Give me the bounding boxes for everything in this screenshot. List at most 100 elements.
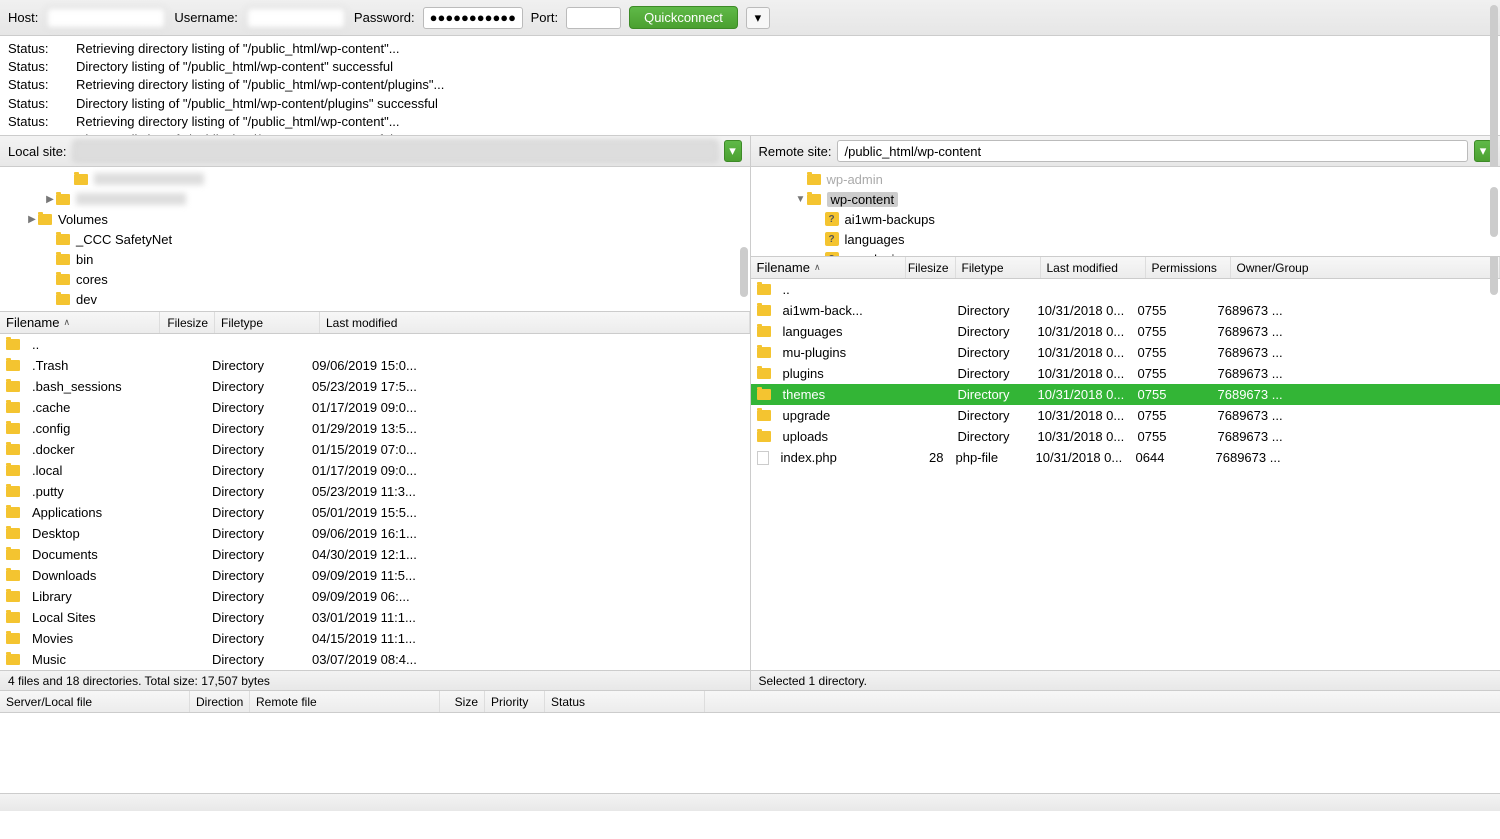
file-row[interactable]: .configDirectory01/29/2019 13:5... [0, 418, 750, 439]
tree-item-label: wp-content [827, 192, 899, 207]
tree-item[interactable]: ?ai1wm-backups [751, 209, 1500, 229]
tree-item[interactable]: ▶ Volumes [0, 209, 750, 229]
tree-item[interactable]: ?languages [751, 229, 1500, 249]
file-row[interactable]: DownloadsDirectory09/09/2019 11:5... [0, 565, 750, 586]
col-filename[interactable]: Filename∧ [0, 312, 160, 333]
tree-item[interactable]: dev [0, 289, 750, 309]
file-row[interactable]: pluginsDirectory10/31/2018 0...075576896… [751, 363, 1500, 384]
remote-site-input[interactable] [837, 140, 1468, 162]
col-filetype[interactable]: Filetype [956, 257, 1041, 278]
tree-item[interactable]: ▶ [0, 189, 750, 209]
tree-item[interactable]: ?mu-plugins [751, 249, 1500, 257]
cell-modified: 01/29/2019 13:5... [306, 421, 750, 436]
col-priority[interactable]: Priority [485, 691, 545, 712]
cell-filetype: Directory [206, 505, 306, 520]
file-row[interactable]: .bash_sessionsDirectory05/23/2019 17:5..… [0, 376, 750, 397]
transfer-queue[interactable] [0, 713, 1500, 793]
cell-filetype: Directory [206, 421, 306, 436]
file-row[interactable]: .dockerDirectory01/15/2019 07:0... [0, 439, 750, 460]
file-row[interactable]: .. [751, 279, 1500, 300]
tree-item-label: Volumes [58, 212, 108, 227]
col-direction[interactable]: Direction [190, 691, 250, 712]
col-filename[interactable]: Filename∧ [751, 257, 906, 278]
file-row[interactable]: upgradeDirectory10/31/2018 0...075576896… [751, 405, 1500, 426]
col-filesize[interactable]: Filesize [160, 312, 215, 333]
local-file-list[interactable]: ...TrashDirectory09/06/2019 15:0....bash… [0, 334, 750, 670]
cell-filename: .. [777, 282, 907, 297]
folder-icon [56, 254, 70, 265]
expand-arrow-icon[interactable]: ▶ [44, 194, 56, 205]
file-row[interactable]: .cacheDirectory01/17/2019 09:0... [0, 397, 750, 418]
file-row[interactable]: themesDirectory10/31/2018 0...0755768967… [751, 384, 1500, 405]
local-site-dropdown-button[interactable]: ▾ [724, 140, 742, 162]
cell-filetype: Directory [952, 408, 1032, 423]
cell-filename: ai1wm-back... [777, 303, 907, 318]
file-row[interactable]: ApplicationsDirectory05/01/2019 15:5... [0, 502, 750, 523]
col-status[interactable]: Status [545, 691, 705, 712]
remote-column-header: Filename∧ Filesize Filetype Last modifie… [751, 257, 1500, 279]
col-lastmodified[interactable]: Last modified [320, 312, 750, 333]
remote-directory-tree[interactable]: wp-admin ▼ wp-content ?ai1wm-backups?langua… [751, 167, 1500, 257]
tree-item[interactable] [0, 169, 750, 189]
local-directory-tree[interactable]: ▶▶Volumes_CCC SafetyNetbincoresdev▶etc [0, 167, 750, 312]
tree-item[interactable]: cores [0, 269, 750, 289]
expand-arrow-icon[interactable]: ▶ [26, 214, 38, 225]
col-server-local[interactable]: Server/Local file [0, 691, 190, 712]
local-site-input[interactable] [73, 140, 718, 162]
remote-file-list[interactable]: ..ai1wm-back...Directory10/31/2018 0...0… [751, 279, 1500, 670]
file-row[interactable]: index.php28php-file10/31/2018 0...064476… [751, 447, 1500, 468]
col-filesize[interactable]: Filesize [906, 257, 956, 278]
log-label: Status: [8, 113, 52, 131]
col-remote-file[interactable]: Remote file [250, 691, 440, 712]
cell-filename: languages [777, 324, 907, 339]
col-filetype[interactable]: Filetype [215, 312, 320, 333]
col-size[interactable]: Size [440, 691, 485, 712]
col-permissions[interactable]: Permissions [1146, 257, 1231, 278]
file-row[interactable]: uploadsDirectory10/31/2018 0...075576896… [751, 426, 1500, 447]
file-row[interactable]: .localDirectory01/17/2019 09:0... [0, 460, 750, 481]
folder-icon [6, 633, 20, 644]
username-input[interactable] [246, 7, 346, 29]
file-row[interactable]: DesktopDirectory09/06/2019 16:1... [0, 523, 750, 544]
file-row[interactable]: .puttyDirectory05/23/2019 11:3... [0, 481, 750, 502]
tree-item[interactable]: wp-admin [751, 169, 1500, 189]
scrollbar[interactable] [1490, 187, 1498, 237]
cell-modified: 10/31/2018 0... [1032, 345, 1132, 360]
file-row[interactable]: DocumentsDirectory04/30/2019 12:1... [0, 544, 750, 565]
quickconnect-button[interactable]: Quickconnect [629, 6, 738, 29]
file-row[interactable]: mu-pluginsDirectory10/31/2018 0...075576… [751, 342, 1500, 363]
password-input[interactable] [423, 7, 523, 29]
tree-item[interactable]: bin [0, 249, 750, 269]
tree-item[interactable]: ▼ wp-content [751, 189, 1500, 209]
col-lastmodified[interactable]: Last modified [1041, 257, 1146, 278]
cell-modified: 10/31/2018 0... [1032, 387, 1132, 402]
log-label: Status: [8, 76, 52, 94]
cell-owner: 7689673 ... [1212, 366, 1500, 381]
tree-item-label: languages [845, 232, 905, 247]
file-row[interactable]: ai1wm-back...Directory10/31/2018 0...075… [751, 300, 1500, 321]
quickconnect-dropdown-button[interactable]: ▾ [746, 7, 770, 29]
cell-permissions: 0755 [1132, 345, 1212, 360]
file-row[interactable]: Local SitesDirectory03/01/2019 11:1... [0, 607, 750, 628]
cell-modified: 10/31/2018 0... [1032, 303, 1132, 318]
expand-arrow-icon[interactable]: ▼ [795, 194, 807, 205]
tree-item[interactable]: ▶etc [0, 309, 750, 312]
bottom-status-bar [0, 793, 1500, 811]
file-row[interactable]: LibraryDirectory09/09/2019 06:... [0, 586, 750, 607]
col-owner[interactable]: Owner/Group [1231, 257, 1500, 278]
tree-item-label: wp-admin [827, 172, 883, 187]
folder-icon [807, 194, 821, 205]
tree-item[interactable]: _CCC SafetyNet [0, 229, 750, 249]
scrollbar[interactable] [740, 247, 748, 297]
folder-icon [757, 410, 771, 421]
file-row[interactable]: MoviesDirectory04/15/2019 11:1... [0, 628, 750, 649]
cell-filename: Music [26, 652, 206, 667]
file-row[interactable]: languagesDirectory10/31/2018 0...0755768… [751, 321, 1500, 342]
cell-filetype: Directory [952, 429, 1032, 444]
remote-pane: Remote site: ▾ wp-admin▼wp-content?ai1wm… [751, 136, 1500, 690]
port-input[interactable] [566, 7, 621, 29]
host-input[interactable] [46, 7, 166, 29]
file-row[interactable]: .TrashDirectory09/06/2019 15:0... [0, 355, 750, 376]
file-row[interactable]: MusicDirectory03/07/2019 08:4... [0, 649, 750, 670]
file-row[interactable]: .. [0, 334, 750, 355]
